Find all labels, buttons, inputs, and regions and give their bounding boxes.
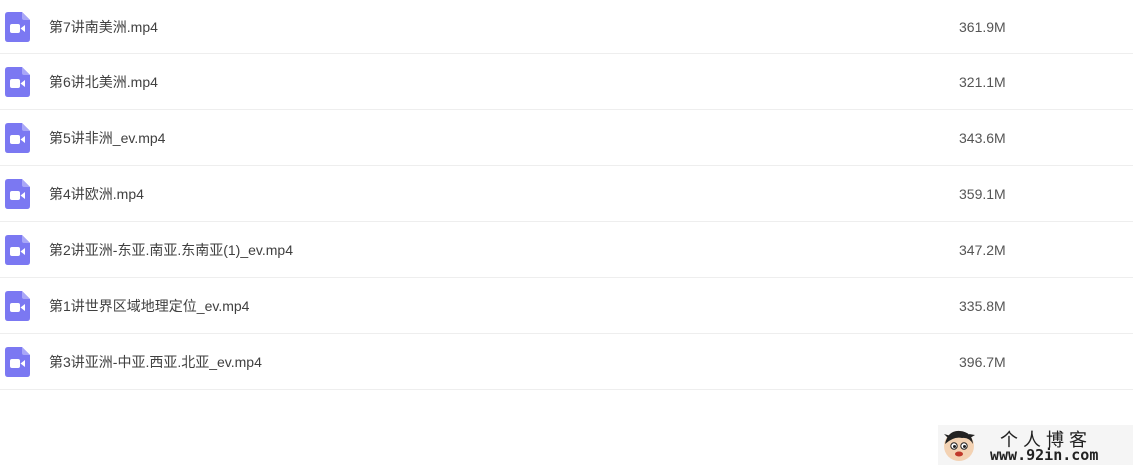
- file-name[interactable]: 第3讲亚洲-中亚.西亚.北亚_ev.mp4: [49, 352, 262, 372]
- file-name[interactable]: 第7讲南美洲.mp4: [49, 17, 158, 37]
- file-list: 第7讲南美洲.mp4 361.9M 第6讲北美洲.mp4 321.1M 第5讲非…: [0, 0, 1133, 390]
- watermark-url: www.92in.com: [990, 446, 1099, 464]
- file-row[interactable]: 第2讲亚洲-东亚.南亚.东南亚(1)_ev.mp4 347.2M: [0, 222, 1133, 278]
- file-row[interactable]: 第7讲南美洲.mp4 361.9M: [0, 0, 1133, 54]
- file-name[interactable]: 第2讲亚洲-东亚.南亚.东南亚(1)_ev.mp4: [49, 240, 293, 260]
- file-row[interactable]: 第6讲北美洲.mp4 321.1M: [0, 54, 1133, 110]
- video-file-icon: [5, 122, 30, 153]
- file-name[interactable]: 第4讲欧洲.mp4: [49, 184, 144, 204]
- video-file-icon: [5, 178, 30, 209]
- file-size: 361.9M: [959, 18, 1006, 35]
- file-row[interactable]: 第3讲亚洲-中亚.西亚.北亚_ev.mp4 396.7M: [0, 334, 1133, 390]
- video-file-icon: [5, 290, 30, 321]
- file-name[interactable]: 第1讲世界区域地理定位_ev.mp4: [49, 296, 249, 316]
- file-size: 343.6M: [959, 129, 1006, 146]
- blog-watermark: 个人博客 www.92in.com: [938, 425, 1133, 465]
- video-file-icon: [5, 234, 30, 265]
- video-file-icon: [5, 346, 30, 377]
- file-row[interactable]: 第1讲世界区域地理定位_ev.mp4 335.8M: [0, 278, 1133, 334]
- page: 第7讲南美洲.mp4 361.9M 第6讲北美洲.mp4 321.1M 第5讲非…: [0, 0, 1133, 465]
- file-size: 359.1M: [959, 185, 1006, 202]
- file-size: 347.2M: [959, 241, 1006, 258]
- video-file-icon: [5, 66, 30, 97]
- file-name[interactable]: 第6讲北美洲.mp4: [49, 72, 158, 92]
- file-size: 396.7M: [959, 353, 1006, 370]
- file-row[interactable]: 第4讲欧洲.mp4 359.1M: [0, 166, 1133, 222]
- file-name[interactable]: 第5讲非洲_ev.mp4: [49, 128, 165, 148]
- video-file-icon: [5, 11, 30, 42]
- file-size: 335.8M: [959, 297, 1006, 314]
- file-size: 321.1M: [959, 73, 1006, 90]
- file-row[interactable]: 第5讲非洲_ev.mp4 343.6M: [0, 110, 1133, 166]
- cartoon-avatar-icon: [944, 430, 975, 461]
